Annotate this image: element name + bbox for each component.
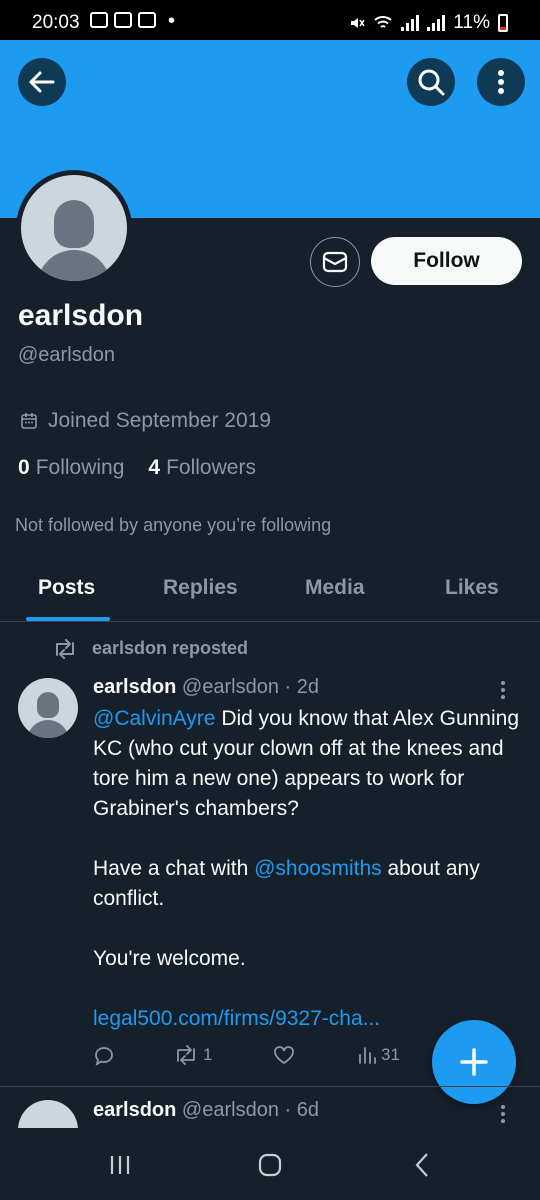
profile-handle: @earlsdon [18,344,116,366]
recent-apps-icon [110,1156,130,1174]
wifi-icon [374,16,393,28]
repost-indicator: earlsdon reposted [52,638,248,659]
more-vertical-icon [501,681,505,699]
status-time: 20:03 [32,12,80,33]
followers-link[interactable]: 4 Followers [148,456,256,480]
plus-icon [460,1048,488,1076]
tweet2-header: earlsdon @earlsdon · 6d [93,1099,319,1122]
mention-link-2[interactable]: @shoosmiths [254,857,382,880]
following-link[interactable]: 0 Following [18,456,124,480]
retweet-button[interactable]: 1 [173,1045,212,1065]
tweet2-more-button[interactable] [500,1104,506,1129]
more-vertical-icon [498,70,504,94]
tweet2-avatar[interactable] [18,1100,78,1130]
home-button[interactable] [250,1150,290,1180]
follow-stats: 0 Following 4 Followers [18,456,256,480]
repost-icon [56,638,74,659]
back-button[interactable] [18,58,66,106]
tweet-author-name[interactable]: earlsdon [93,676,176,698]
follow-button[interactable]: Follow [371,237,522,285]
tweet-handle-time: @earlsdon · 2d [181,676,319,698]
status-bar: 20:03 • 11% [0,0,540,40]
compose-button[interactable] [432,1020,516,1104]
gallery-icon [138,12,156,28]
tweet-avatar[interactable] [18,678,78,738]
views-icon [359,1047,376,1064]
signal-icon-2 [427,15,446,31]
youtube-icon [90,12,108,28]
back-nav-button[interactable] [402,1150,442,1180]
profile-tabs: Posts Replies Media Likes [0,560,540,622]
followers-label: Followers [166,456,256,479]
status-right: 11% [349,12,508,34]
home-icon [258,1153,282,1177]
twitch-icon [114,12,132,28]
tweet2-handle-time: @earlsdon · 6d [181,1099,319,1121]
reply-button[interactable] [93,1045,119,1067]
status-dot: • [168,10,176,32]
heart-icon [274,1046,294,1065]
tweet-body[interactable]: @CalvinAyre Did you know that Alex Gunni… [93,704,533,1034]
tab-media[interactable]: Media [305,576,365,600]
arrow-left-icon [29,71,55,93]
joined-date: Joined September 2019 [20,409,271,433]
tweet-text-3: You're welcome. [93,947,246,970]
envelope-icon [322,251,348,273]
joined-text: Joined September 2019 [48,409,271,432]
default-avatar-icon [21,175,127,281]
mute-icon [351,18,365,28]
following-count: 0 [18,456,30,479]
like-button[interactable] [273,1045,299,1065]
tab-likes[interactable]: Likes [445,576,499,600]
message-button[interactable] [310,237,360,287]
tab-posts[interactable]: Posts [38,576,95,600]
battery-icon [498,14,508,32]
recent-apps-button[interactable] [100,1150,140,1180]
tweet-actions: 1 31 [93,1045,413,1075]
views-count: 31 [381,1045,400,1064]
profile-avatar[interactable] [16,170,132,286]
tab-replies[interactable]: Replies [163,576,238,600]
calendar-icon [21,413,37,429]
search-icon [418,69,445,96]
reply-icon [95,1047,113,1066]
tweet2-author-name[interactable]: earlsdon [93,1099,176,1121]
retweet-icon [177,1045,195,1065]
tweet-more-button[interactable] [500,680,506,705]
not-followed-note: Not followed by anyone you’re following [15,515,332,535]
more-vertical-icon [501,1105,505,1123]
active-tab-indicator [26,617,110,621]
signal-icon [401,15,420,31]
views-button[interactable]: 31 [357,1045,400,1065]
search-button[interactable] [407,58,455,106]
tweet-text-2-pre: Have a chat with [93,857,255,880]
repost-text: earlsdon reposted [92,638,249,658]
battery-text: 11% [453,12,490,33]
tweet-header: earlsdon @earlsdon · 2d [93,676,319,699]
more-options-button[interactable] [477,58,525,106]
following-label: Following [35,456,125,479]
chevron-left-icon [415,1153,428,1177]
tweet-divider [0,1086,540,1087]
profile-display-name: earlsdon [18,299,144,332]
notification-icons [90,12,156,28]
followers-count: 4 [148,456,161,479]
system-nav-bar [0,1128,540,1200]
retweet-count: 1 [203,1045,213,1064]
mention-link[interactable]: @CalvinAyre [93,707,215,730]
